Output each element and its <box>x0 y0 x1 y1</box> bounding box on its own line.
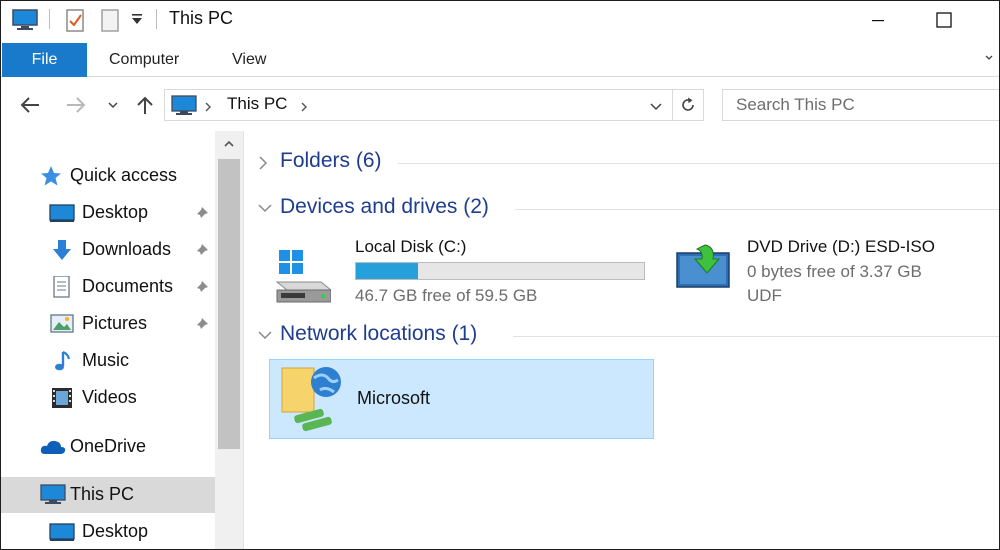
address-history-dropdown-icon[interactable] <box>649 99 663 118</box>
sidebar-item-music[interactable]: Music <box>1 343 215 379</box>
forward-button[interactable] <box>63 93 89 117</box>
drive-free-space: 0 bytes free of 3.37 GB <box>747 262 922 281</box>
pin-icon[interactable] <box>193 280 209 301</box>
navigation-pane: Quick access Desktop Downloads Documents… <box>1 131 243 549</box>
sidebar-item-label: Videos <box>82 387 137 407</box>
refresh-icon <box>682 97 694 111</box>
drive-usage-bar <box>355 262 645 280</box>
group-divider <box>515 209 999 210</box>
drive-item-dvd[interactable]: DVD Drive (D:) ESD-ISO 0 bytes free of 3… <box>675 233 995 313</box>
this-pc-icon <box>171 95 197 122</box>
drive-file-system: UDF <box>747 286 782 305</box>
dvd-drive-icon <box>675 241 733 296</box>
sidebar-item-this-pc-desktop[interactable]: Desktop <box>1 514 215 549</box>
minimize-button[interactable] <box>863 7 893 33</box>
pictures-icon <box>49 313 75 335</box>
up-button[interactable] <box>132 93 158 117</box>
ribbon-tabs: File Computer View <box>1 43 999 77</box>
sidebar-item-desktop[interactable]: Desktop <box>1 195 215 231</box>
tab-computer[interactable]: Computer <box>87 43 201 77</box>
tab-file[interactable]: File <box>2 43 87 77</box>
expand-ribbon-icon[interactable] <box>983 51 995 69</box>
pin-icon[interactable] <box>193 243 209 264</box>
chevron-right-icon[interactable] <box>299 100 309 118</box>
search-placeholder: Search This PC <box>736 95 855 114</box>
navigation-bar: This PC Search This PC <box>1 79 999 131</box>
group-title: Folders (6) <box>280 149 382 172</box>
sidebar-scrollbar[interactable] <box>215 131 243 549</box>
documents-icon <box>49 275 75 298</box>
network-location-item[interactable]: Microsoft <box>269 359 654 439</box>
window-title: This PC <box>169 8 234 28</box>
address-segment-this-pc[interactable]: This PC <box>227 94 287 114</box>
maximize-button[interactable] <box>929 7 959 33</box>
quick-access-separator <box>49 9 50 29</box>
this-pc-icon[interactable] <box>11 8 39 37</box>
recent-locations-icon[interactable] <box>100 93 126 117</box>
videos-icon <box>49 387 75 409</box>
group-title: Devices and drives (2) <box>280 195 489 218</box>
sidebar-item-videos[interactable]: Videos <box>1 380 215 416</box>
network-location-label: Microsoft <box>357 388 431 408</box>
sidebar-item-label: OneDrive <box>70 436 147 456</box>
tab-view[interactable]: View <box>210 43 288 77</box>
address-bar[interactable]: This PC <box>164 89 673 121</box>
group-divider <box>513 336 999 337</box>
sidebar-item-label: Pictures <box>82 313 148 333</box>
group-header-devices[interactable]: Devices and drives (2) <box>245 193 999 223</box>
refresh-button[interactable] <box>673 89 704 121</box>
cloud-icon <box>39 436 66 458</box>
sidebar-item-label: Downloads <box>82 239 172 259</box>
group-header-network[interactable]: Network locations (1) <box>245 320 999 350</box>
back-button[interactable] <box>17 93 43 117</box>
drive-item-local-disk[interactable]: Local Disk (C:) 46.7 GB free of 59.5 GB <box>275 233 655 313</box>
scrollbar-thumb[interactable] <box>218 159 240 449</box>
network-folder-icon <box>280 364 350 441</box>
sidebar-item-label: Music <box>82 350 130 370</box>
downloads-icon <box>49 239 75 261</box>
desktop-icon <box>49 521 75 543</box>
drive-free-space: 46.7 GB free of 59.5 GB <box>355 286 538 305</box>
sidebar-item-downloads[interactable]: Downloads <box>1 232 215 268</box>
sidebar-item-quick-access[interactable]: Quick access <box>1 158 215 194</box>
pin-icon[interactable] <box>193 206 209 227</box>
sidebar-item-label: Desktop <box>82 202 149 222</box>
sidebar-item-pictures[interactable]: Pictures <box>1 306 215 342</box>
hard-drive-icon <box>275 248 333 309</box>
sidebar-item-label: This PC <box>70 484 135 504</box>
sidebar-item-label: Quick access <box>70 165 178 185</box>
title-bar: This PC <box>1 1 999 41</box>
music-icon <box>49 350 75 372</box>
drive-usage-fill <box>356 263 418 279</box>
group-header-folders[interactable]: Folders (6) <box>245 147 999 177</box>
desktop-icon <box>49 202 75 224</box>
content-pane: Folders (6) Devices and drives (2) Local… <box>245 131 999 549</box>
chevron-right-icon[interactable] <box>203 100 213 118</box>
drive-name: Local Disk (C:) <box>355 237 467 256</box>
chevron-down-icon[interactable] <box>257 201 273 219</box>
scroll-up-icon[interactable] <box>215 131 243 157</box>
sidebar-item-onedrive[interactable]: OneDrive <box>1 429 215 465</box>
pin-icon[interactable] <box>193 317 209 338</box>
drive-name: DVD Drive (D:) ESD-ISO <box>747 237 935 256</box>
chevron-down-icon[interactable] <box>257 328 273 346</box>
sidebar-item-label: Desktop <box>82 521 149 541</box>
explorer-window: This PC File Computer View This PC Searc… <box>0 0 1000 550</box>
title-separator <box>156 9 157 29</box>
this-pc-icon <box>39 484 66 506</box>
group-title: Network locations (1) <box>280 322 478 345</box>
properties-icon[interactable] <box>63 8 87 39</box>
new-folder-icon[interactable] <box>99 8 121 39</box>
search-input[interactable]: Search This PC <box>722 89 999 121</box>
sidebar-item-documents[interactable]: Documents <box>1 269 215 305</box>
pane-divider <box>243 131 244 549</box>
customize-quick-access-icon[interactable] <box>130 13 144 32</box>
star-icon <box>39 165 65 187</box>
sidebar-item-this-pc[interactable]: This PC <box>1 477 215 513</box>
sidebar-item-label: Documents <box>82 276 174 296</box>
chevron-right-icon[interactable] <box>257 155 269 176</box>
group-divider <box>398 163 999 164</box>
